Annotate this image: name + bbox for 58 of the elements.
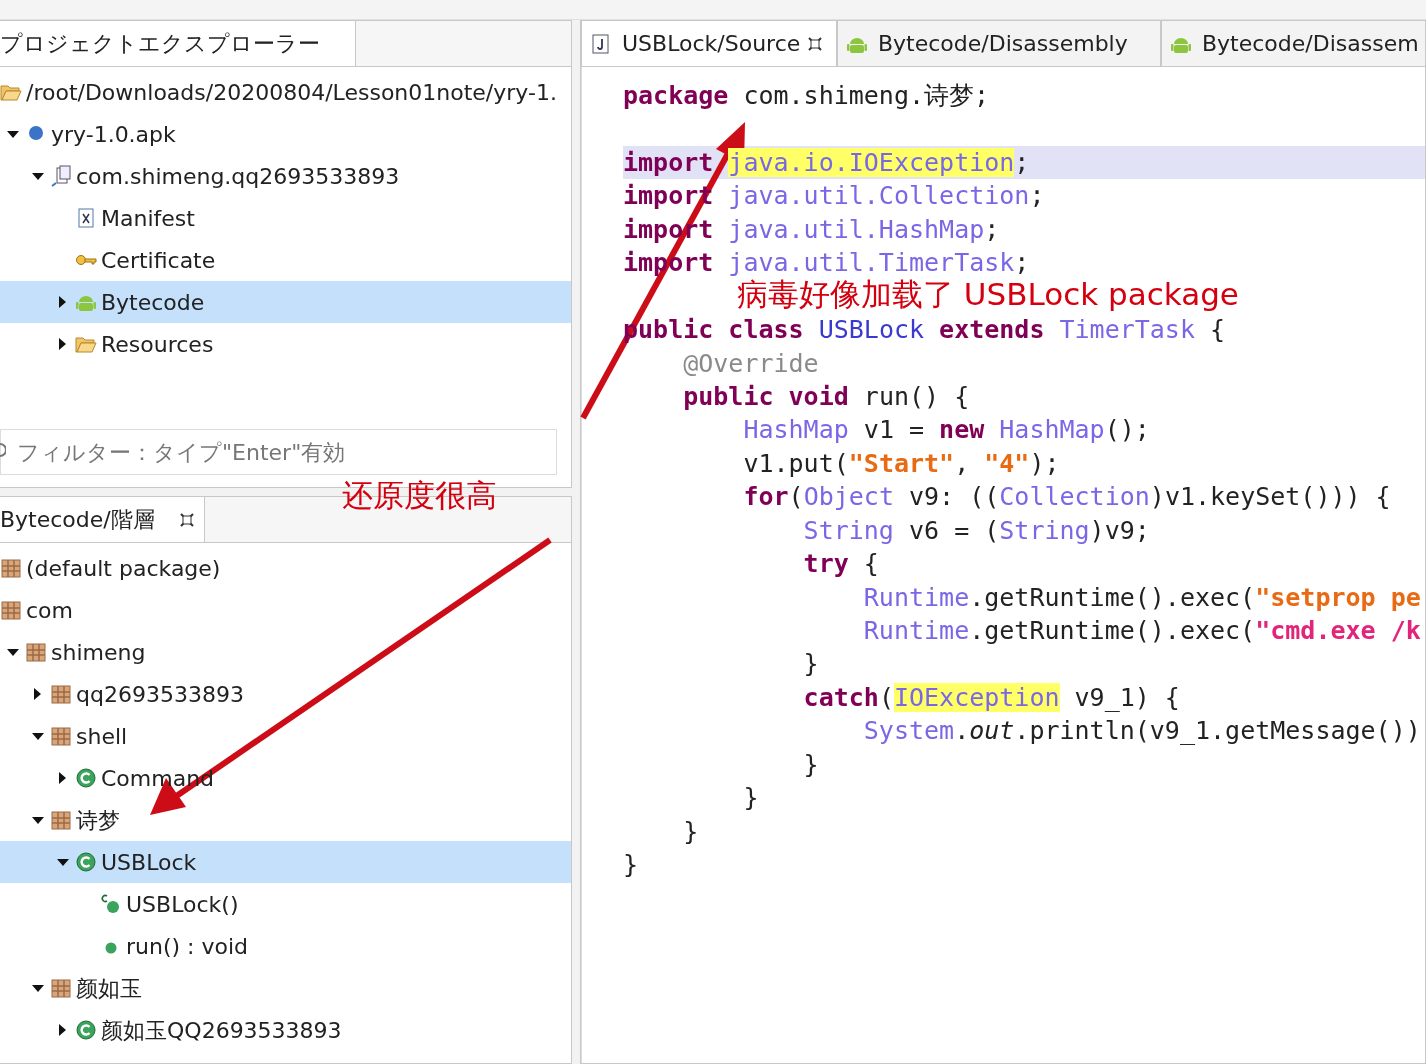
close-icon[interactable] — [178, 510, 196, 529]
code-line: } — [802, 748, 820, 781]
tree-item[interactable]: 诗梦 — [0, 799, 571, 841]
class-icon — [75, 851, 97, 873]
code-line: } — [682, 815, 700, 848]
package-icon — [50, 683, 72, 705]
code-line: } — [802, 648, 820, 681]
package-icon — [25, 641, 47, 663]
class-icon — [75, 1019, 97, 1041]
tree-item[interactable]: /root/Downloads/20200804/Lesson01note/yry-1. — [0, 71, 571, 113]
close-icon[interactable] — [806, 34, 825, 53]
code-line: } — [742, 782, 760, 815]
code-line: @Override — [682, 347, 820, 380]
package-icon — [0, 557, 22, 579]
annotation-text: 还原度很高 — [342, 480, 497, 511]
document-icon — [75, 207, 97, 229]
tree-item[interactable]: Certificate — [0, 239, 571, 281]
code-line: Runtime.getRuntime().exec("cmd.exe /k — [862, 615, 1422, 647]
tree-item[interactable]: yry-1.0.apk — [0, 113, 571, 155]
tree-item[interactable]: com — [0, 589, 571, 631]
tab[interactable]: プロジェクトエクスプローラー — [0, 21, 356, 66]
document-icon — [590, 32, 612, 55]
code-line: } — [623, 849, 640, 882]
code-line: Runtime.getRuntime().exec("setprop pe — [862, 581, 1422, 614]
method-icon — [100, 893, 122, 915]
tree-item[interactable]: shimeng — [0, 631, 571, 673]
tree-item[interactable]: qq2693533893 — [0, 673, 571, 715]
code-line: public void run() { — [682, 380, 971, 413]
tree-item[interactable]: run() : void — [0, 925, 571, 967]
filter-field[interactable]: フィルター：タイプ"Enter"有効 — [0, 429, 557, 475]
code-line: for(Object v9: ((Collection)v1.keySet())) { — [742, 481, 1392, 514]
tree-item[interactable]: USBLock — [0, 841, 571, 883]
tree-item[interactable]: (default package) — [0, 547, 571, 589]
annotation-text: 病毒好像加载了 USBLock package — [737, 279, 1239, 310]
tree-item[interactable]: 颜如玉QQ2693533893 — [0, 1009, 571, 1051]
tab[interactable]: Bytecode/階層 — [0, 497, 205, 542]
code-line: v1.put("Start", "4"); — [742, 447, 1061, 480]
package-icon — [50, 725, 72, 747]
code-line: package com.shimeng.诗梦; — [623, 80, 991, 112]
tree-item[interactable]: Manifest — [0, 197, 571, 239]
document-icon — [50, 165, 72, 187]
tree-item[interactable]: Resources — [0, 323, 571, 365]
tree-item[interactable]: Bytecode — [0, 281, 571, 323]
tab[interactable]: Bytecode/Disassembly — [837, 21, 1161, 66]
tree-item[interactable]: com.shimeng.qq2693533893 — [0, 155, 571, 197]
package-icon — [50, 809, 72, 831]
code-line: HashMap v1 = new HashMap(); — [742, 414, 1151, 447]
code-line: catch(IOException v9_1) { — [802, 681, 1181, 714]
tree-item[interactable]: USBLock() — [0, 883, 571, 925]
package-icon — [50, 977, 72, 999]
tree-item[interactable]: 颜如玉 — [0, 967, 571, 1009]
tab[interactable]: USBLock/Source — [581, 21, 837, 66]
package-icon — [0, 599, 22, 621]
code-line: try { — [802, 548, 880, 581]
tree-item[interactable]: shell — [0, 715, 571, 757]
code-line: String v6 = (String)v9; — [802, 514, 1151, 547]
code-line: System.out.println(v9_1.getMessage()) — [862, 715, 1422, 748]
class-icon — [75, 767, 97, 789]
